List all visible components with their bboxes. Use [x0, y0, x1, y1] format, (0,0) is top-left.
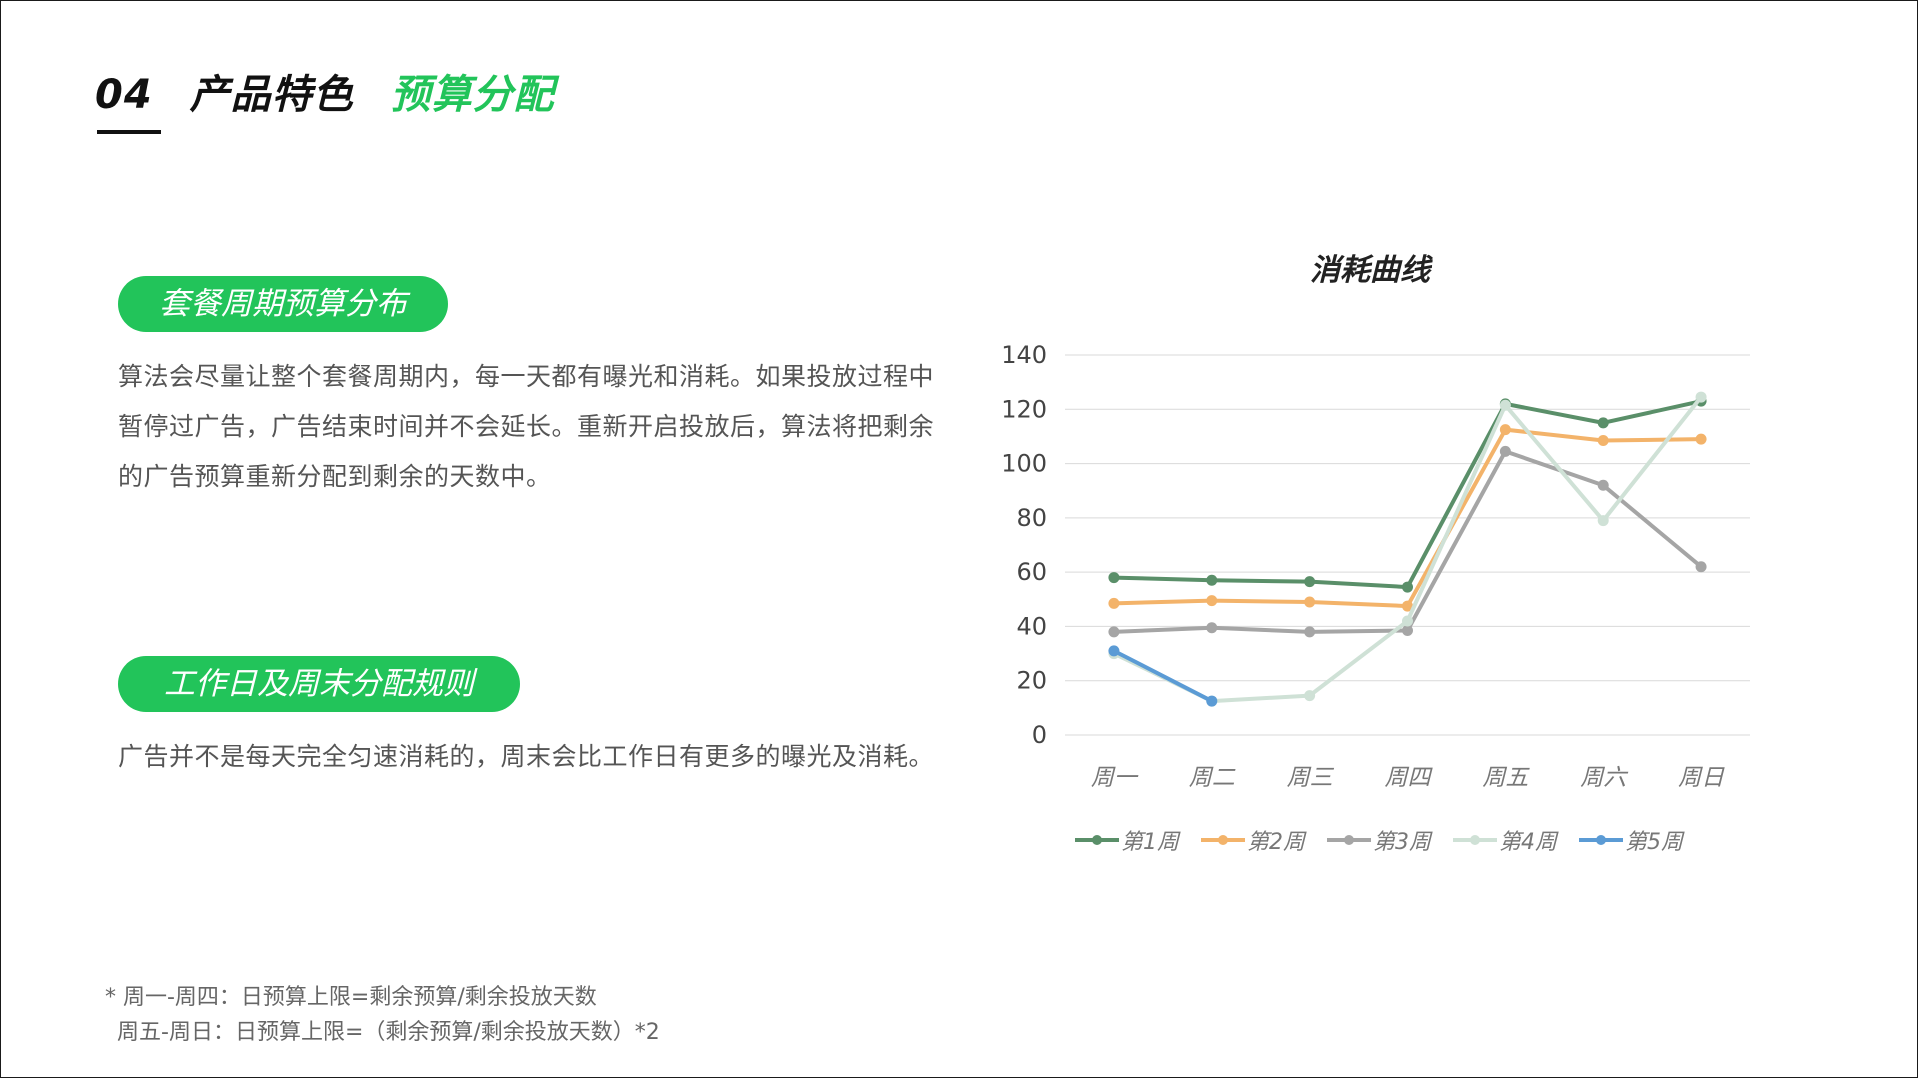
legend-swatch-5 — [1579, 835, 1623, 845]
legend-label-1: 第1周 — [1121, 830, 1179, 855]
chart-legend: 第1周 第2周 第3周 第4周 第5周 — [1075, 822, 1683, 858]
pill-weekday-weekend-rule: 工作日及周末分配规则 — [118, 656, 520, 712]
series-5-point-1 — [1206, 695, 1218, 707]
series-3-point-3 — [1402, 625, 1413, 636]
series-5-point-0 — [1108, 645, 1120, 657]
series-2-point-6 — [1695, 433, 1707, 445]
y-tick-label-0: 0 — [1032, 721, 1047, 749]
x-tick-label-5: 周六 — [1580, 765, 1629, 791]
series-4-point-3 — [1402, 615, 1413, 627]
legend-marker-5 — [1596, 835, 1606, 845]
series-3-point-2 — [1304, 626, 1316, 638]
legend-swatch-1 — [1075, 835, 1119, 845]
section-title: 产品特色 — [189, 72, 354, 118]
series-2-point-0 — [1108, 597, 1120, 609]
series-line-4 — [1111, 395, 1704, 704]
y-tick-label-80: 80 — [1016, 504, 1047, 532]
series-1-point-2 — [1304, 576, 1316, 588]
footnote-line-2: 周五-周日：日预算上限=（剩余预算/剩余投放天数）*2 — [117, 1020, 660, 1045]
legend-swatch-3 — [1327, 835, 1371, 845]
series-3-point-5 — [1597, 479, 1609, 491]
x-tick-label-6: 周日 — [1678, 765, 1725, 791]
footnote-line-1: * 周一-周四：日预算上限=剩余预算/剩余投放天数 — [105, 985, 597, 1010]
legend-item-4: 第4周 — [1453, 824, 1557, 856]
y-tick-label-60: 60 — [1016, 558, 1047, 586]
x-tick-label-1: 周二 — [1189, 765, 1236, 791]
chart-title: 消耗曲线 — [1310, 253, 1430, 288]
legend-marker-4 — [1470, 835, 1480, 845]
legend-swatch-2 — [1201, 835, 1245, 845]
series-2-point-2 — [1304, 596, 1316, 608]
series-4-point-2 — [1304, 690, 1316, 702]
legend-swatch-4 — [1453, 835, 1497, 845]
series-4-point-5 — [1597, 515, 1609, 527]
legend-label-2: 第2周 — [1247, 830, 1305, 855]
series-line-5 — [1111, 648, 1214, 704]
x-tick-label-3: 周四 — [1385, 765, 1434, 791]
legend-marker-1 — [1092, 835, 1102, 845]
legend-label-4: 第4周 — [1499, 830, 1557, 855]
series-1-point-5 — [1597, 417, 1609, 429]
section-subtitle: 预算分配 — [390, 72, 555, 118]
x-tick-label-4: 周五 — [1482, 765, 1530, 791]
y-tick-label-120: 120 — [1001, 395, 1047, 423]
section-number: 04 — [95, 72, 153, 118]
legend-marker-2 — [1218, 835, 1228, 845]
series-3-point-4 — [1499, 445, 1511, 457]
y-tick-label-100: 100 — [1001, 450, 1047, 478]
series-4-point-6 — [1695, 391, 1707, 403]
paragraph-budget-distribution: 算法会尽量让整个套餐周期内，每一天都有曝光和消耗。如果投放过程中暂停过广告，广告… — [118, 362, 935, 491]
legend-label-3: 第3周 — [1373, 830, 1431, 855]
legend-label-5: 第5周 — [1625, 830, 1683, 855]
y-tick-label-40: 40 — [1016, 612, 1047, 640]
series-3-point-1 — [1206, 622, 1218, 634]
x-tick-label-2: 周三 — [1287, 765, 1335, 791]
series-2-point-1 — [1206, 595, 1218, 607]
title-underline — [97, 130, 161, 134]
page-title: 04 产品特色 预算分配 — [95, 62, 555, 120]
series-3-point-0 — [1108, 626, 1120, 638]
y-tick-label-20: 20 — [1016, 667, 1047, 695]
legend-item-5: 第5周 — [1579, 824, 1683, 856]
x-tick-label-0: 周一 — [1091, 765, 1139, 791]
series-1-point-3 — [1402, 581, 1413, 593]
footnote: * 周一-周四：日预算上限=剩余预算/剩余投放天数 周五-周日：日预算上限=（剩… — [105, 980, 660, 1050]
y-tick-label-140: 140 — [1001, 341, 1047, 369]
series-3-point-6 — [1695, 561, 1707, 573]
legend-item-3: 第3周 — [1327, 824, 1431, 856]
legend-item-2: 第2周 — [1201, 824, 1305, 856]
line-chart: 0 20 40 60 80 100 120 140 周一 周二 周三 周四 周五 周六 周日 — [1001, 341, 1750, 791]
series-1-point-0 — [1108, 572, 1120, 584]
series-2-point-4 — [1499, 424, 1511, 436]
series-2-point-5 — [1597, 435, 1609, 446]
pill-budget-distribution: 套餐周期预算分布 — [118, 276, 448, 332]
series-1-point-1 — [1206, 574, 1218, 586]
legend-item-1: 第1周 — [1075, 824, 1179, 856]
series-4-point-4 — [1499, 399, 1511, 411]
legend-marker-3 — [1344, 835, 1354, 845]
paragraph-weekday-weekend-rule: 广告并不是每天完全匀速消耗的，周末会比工作日有更多的曝光及消耗。 — [118, 742, 935, 771]
